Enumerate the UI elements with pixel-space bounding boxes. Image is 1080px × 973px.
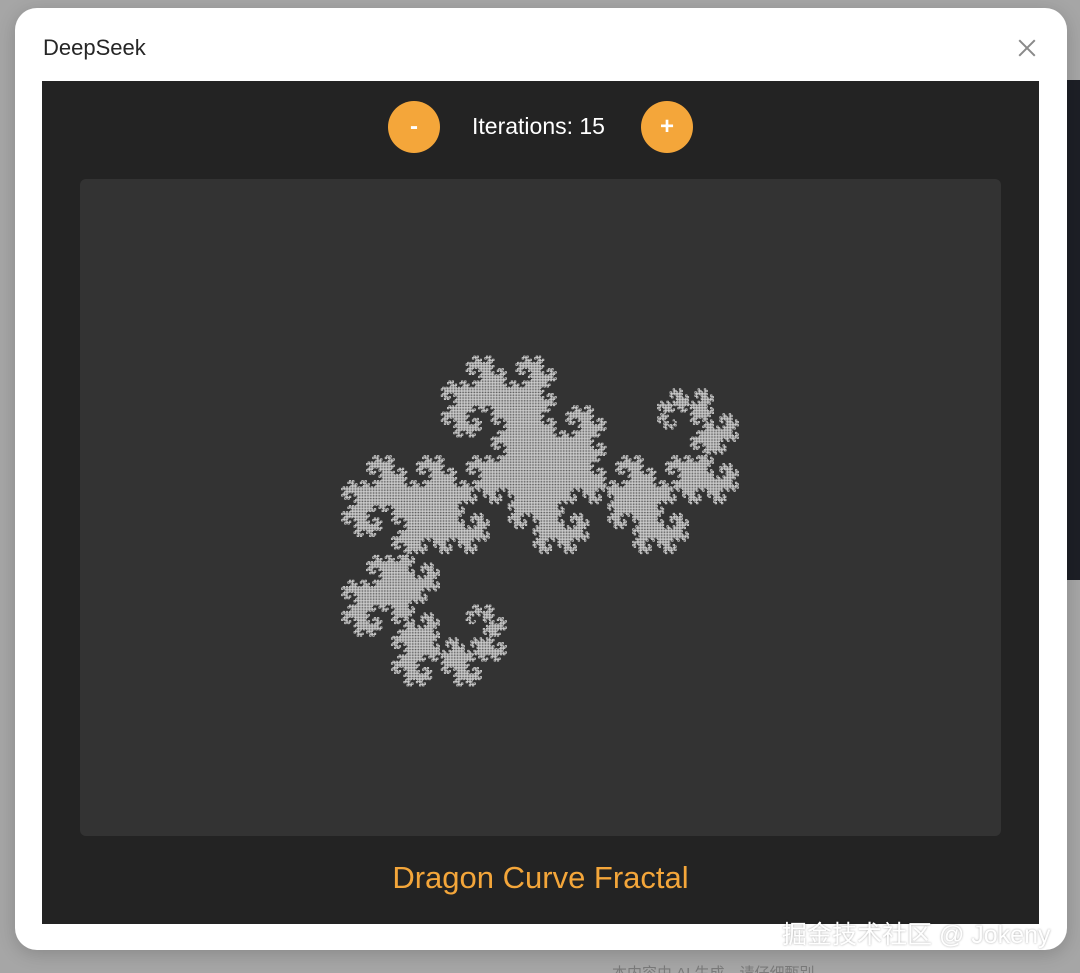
source-watermark: 掘金技术社区 @ Jokeny [782, 921, 1051, 949]
preview-dialog: DeepSeek - Iterations: 15 + Dragon Curve… [15, 8, 1067, 950]
close-icon[interactable] [1015, 36, 1039, 60]
increase-iterations-button[interactable]: + [641, 101, 693, 153]
fractal-canvas [80, 179, 1001, 836]
iteration-controls: - Iterations: 15 + [42, 101, 1039, 153]
decrease-iterations-button[interactable]: - [388, 101, 440, 153]
iterations-label: Iterations: 15 [472, 113, 605, 139]
dragon-curve-drawing [341, 355, 739, 687]
dialog-title: DeepSeek [43, 35, 146, 60]
fractal-app: - Iterations: 15 + Dragon Curve Fractal [42, 81, 1039, 924]
dragon-curve-path [341, 355, 739, 687]
background-disclaimer-text: 本内容由 AI 生成，请仔细甄别 [612, 962, 815, 973]
fractal-title: Dragon Curve Fractal [392, 860, 689, 895]
